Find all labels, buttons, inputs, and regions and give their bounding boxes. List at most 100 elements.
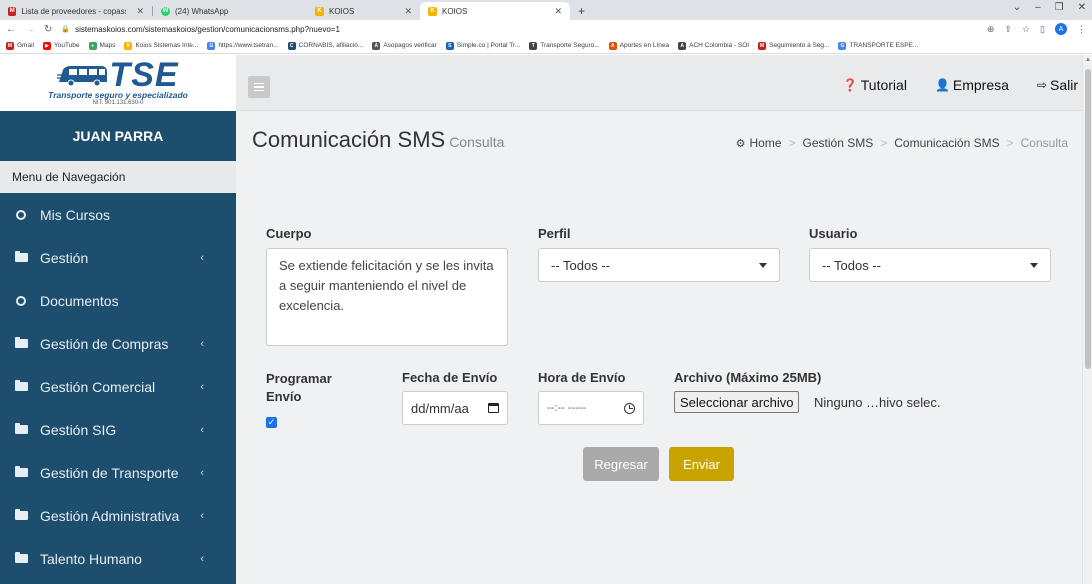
tutorial-label: Tutorial [860, 77, 907, 93]
browser-tab[interactable]: M Lista de proveedores - copasst2( ✕ [0, 2, 152, 20]
close-icon[interactable]: ✕ [136, 6, 144, 17]
share-icon[interactable]: ⇪ [1004, 24, 1012, 35]
bookmark-label: Koios Sistemas Inte... [135, 42, 199, 49]
breadcrumb-separator: > [880, 136, 888, 150]
browser-tab-bar: M Lista de proveedores - copasst2( ✕ W (… [0, 0, 1092, 20]
bookmark-item[interactable]: M Gmail [6, 41, 34, 50]
bookmark-item[interactable]: A ACH Colombia - SOI [678, 41, 749, 50]
empresa-link[interactable]: 👤 Empresa [935, 77, 1009, 93]
regresar-button[interactable]: Regresar [583, 447, 659, 481]
sidepanel-icon[interactable]: ▯ [1040, 24, 1045, 35]
sidebar-item[interactable]: Gestión de Transporte ‹ [0, 451, 236, 494]
sidebar-item[interactable]: Mis Cursos [0, 193, 236, 236]
hora-envio-input[interactable]: --:-- ----- [538, 391, 644, 425]
chevron-left-icon: ‹ [200, 466, 204, 479]
whatsapp-icon: W [161, 6, 170, 16]
caret-down-icon [759, 262, 767, 268]
sidebar-item-label: Gestión [40, 249, 89, 266]
bookmark-icon: A [372, 41, 381, 50]
bookmark-item[interactable]: M Seguimiento a Seg... [758, 41, 829, 50]
salir-link[interactable]: ⇨ Salir [1037, 77, 1078, 93]
bookmark-label: Aportes en Línea [619, 42, 670, 49]
seleccionar-archivo-button[interactable]: Seleccionar archivo [674, 391, 800, 413]
sign-out-icon: ⇨ [1036, 78, 1047, 92]
programar-envio-checkbox[interactable]: ✓ [266, 417, 277, 428]
chevron-left-icon: ‹ [200, 251, 204, 264]
reload-icon[interactable]: ↻ [44, 24, 52, 35]
bookmark-label: Gmail [17, 42, 34, 49]
breadcrumb-home[interactable]: Home [749, 136, 781, 150]
close-icon[interactable]: ✕ [404, 6, 412, 17]
chevron-down-icon[interactable]: ⌄ [1013, 2, 1021, 13]
scrollbar-thumb[interactable] [1085, 69, 1091, 369]
bookmark-item[interactable]: C CORNABIS, afiliació... [287, 41, 363, 50]
bookmark-icon: C [287, 41, 296, 50]
zoom-icon[interactable]: ⊕ [987, 24, 995, 35]
bookmark-item[interactable]: S Simple.co | Portal Tr... [445, 41, 520, 50]
close-icon[interactable]: ✕ [554, 6, 562, 17]
sidebar-item[interactable]: Gestión de Compras ‹ [0, 322, 236, 365]
close-window-icon[interactable]: ✕ [1078, 2, 1086, 13]
topnav-actions: ❓ Tutorial 👤 Empresa ⇨ Salir [843, 77, 1078, 93]
empresa-label: Empresa [952, 77, 1009, 93]
page-title-text: Comunicación SMS [252, 127, 446, 152]
bookmark-item[interactable]: T Transporte Seguro... [529, 41, 600, 50]
breadcrumb-gestion-sms[interactable]: Gestión SMS [803, 136, 874, 150]
star-icon[interactable]: ☆ [1022, 24, 1030, 35]
sidebar-item[interactable]: Gestión Administrativa ‹ [0, 494, 236, 537]
bookmark-item[interactable]: ♦ Maps [88, 41, 115, 50]
cuerpo-textarea[interactable]: Se extiende felicitación y se les invita… [266, 248, 508, 346]
hora-envio-label: Hora de Envío [538, 370, 626, 385]
hamburger-menu-button[interactable] [248, 76, 270, 98]
address-bar-actions: ⊕ ⇪ ☆ ▯ A ⋮ [987, 23, 1086, 35]
forward-icon[interactable]: → [25, 24, 35, 35]
usuario-select[interactable]: -- Todos -- [809, 248, 1051, 282]
breadcrumb-separator: > [788, 136, 796, 150]
profile-avatar[interactable]: A [1055, 23, 1067, 35]
bookmark-item[interactable]: A Aportes en Línea [608, 41, 670, 50]
sidebar-item[interactable]: Documentos [0, 279, 236, 322]
sidebar-item[interactable]: Gestión Comercial ‹ [0, 365, 236, 408]
usuario-label: Usuario [809, 226, 858, 241]
browser-tab-active[interactable]: K KOIOS ✕ [420, 2, 570, 20]
folder-icon [14, 380, 28, 391]
scroll-up-icon[interactable]: ▲ [1085, 57, 1091, 63]
bookmark-item[interactable]: K Koios Sistemas Inte... [124, 41, 199, 50]
window-controls: ⌄ – ❐ ✕ [1013, 2, 1086, 13]
perfil-label: Perfil [538, 226, 571, 241]
browser-tab[interactable]: W (24) WhatsApp [153, 2, 265, 20]
new-tab-button[interactable]: + [570, 2, 593, 20]
bookmark-item[interactable]: G TRANSPORTE ESPE... [838, 41, 918, 50]
page-subtitle: Consulta [449, 134, 505, 150]
sidebar-item-label: Gestión SIG [40, 421, 117, 438]
tab-title: KOIOS [329, 6, 355, 16]
breadcrumb-comunicacion-sms[interactable]: Comunicación SMS [894, 136, 999, 150]
folder-icon [14, 423, 28, 434]
logo-area[interactable]: TSE Transporte seguro y especializado NI… [0, 55, 236, 111]
browser-tab[interactable]: K KOIOS ✕ [265, 2, 420, 20]
minimize-icon[interactable]: – [1035, 2, 1041, 13]
bookmark-icon: T [529, 41, 538, 50]
chevron-left-icon: ‹ [200, 423, 204, 436]
perfil-select[interactable]: -- Todos -- [538, 248, 780, 282]
bookmark-item[interactable]: Ghttps://www.tsetran... [207, 41, 279, 50]
url-field[interactable]: 🔒 sistemaskoios.com/sistemaskoios/gestio… [61, 21, 986, 37]
fecha-envio-input[interactable]: dd/mm/aa [402, 391, 508, 425]
bookmark-icon: K [124, 41, 133, 50]
restore-icon[interactable]: ❐ [1055, 2, 1064, 13]
sidebar-item[interactable]: Talento Humano ‹ [0, 537, 236, 580]
tutorial-link[interactable]: ❓ Tutorial [843, 77, 907, 93]
bookmark-label: https://www.tsetran... [218, 42, 279, 49]
sidebar-item[interactable]: Gestión ‹ [0, 236, 236, 279]
back-icon[interactable]: ← [6, 24, 16, 35]
sidebar-item-label: Mis Cursos [40, 206, 111, 223]
calendar-icon[interactable] [488, 403, 499, 413]
page-scrollbar[interactable]: ▲ [1082, 55, 1092, 584]
bookmark-item[interactable]: ▶ YouTube [42, 41, 80, 50]
enviar-button[interactable]: Enviar [669, 447, 734, 481]
sidebar-item[interactable]: Gestión SIG ‹ [0, 408, 236, 451]
bookmark-item[interactable]: A Asopagos verificar [372, 41, 437, 50]
clock-icon[interactable] [624, 402, 635, 414]
menu-dots-icon[interactable]: ⋮ [1077, 24, 1086, 35]
folder-icon [14, 337, 28, 348]
